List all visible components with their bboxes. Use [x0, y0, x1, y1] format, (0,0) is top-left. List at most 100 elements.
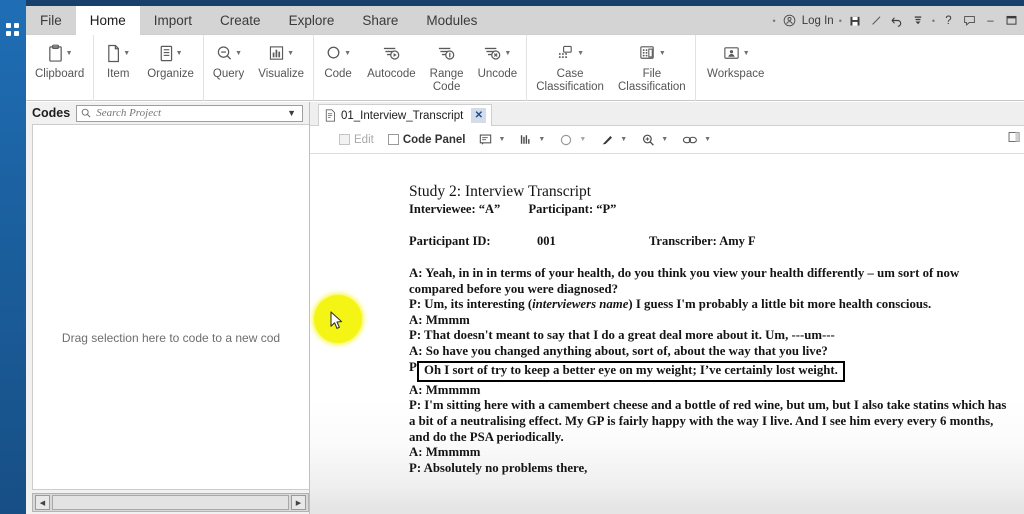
edit-label: Edit [354, 133, 374, 146]
tab-share[interactable]: Share [348, 6, 412, 35]
file-classification-button[interactable]: ▼ File Classification [611, 35, 693, 93]
maximize-icon[interactable] [1003, 12, 1020, 30]
edit-toggle[interactable]: Edit [332, 126, 381, 154]
code-label: Code [324, 68, 352, 80]
comment-icon[interactable] [961, 12, 978, 30]
code-panel-toggle[interactable]: Code Panel [381, 126, 473, 154]
organize-label: Organize [147, 68, 194, 80]
transcriber-label: Transcriber: Amy F [649, 234, 756, 248]
help-icon[interactable]: ? [940, 12, 957, 30]
clipboard-icon: ▼ [47, 41, 73, 65]
scroll-left-button[interactable]: ◀ [35, 495, 50, 510]
visualize-button[interactable]: ▼ Visualize [251, 35, 311, 81]
codes-horizontal-scrollbar[interactable]: ◀ ▶ [32, 493, 309, 512]
checkbox-icon[interactable] [387, 134, 399, 145]
chevron-down-icon[interactable]: ▼ [579, 136, 586, 143]
file-classification-label: File Classification [617, 68, 686, 93]
autocode-button[interactable]: Autocode [360, 35, 423, 81]
tab-home[interactable]: Home [75, 6, 140, 35]
document-subtitle: Interviewee: “A” Participant: “P” [409, 201, 1014, 218]
zoom-tool[interactable]: ▼ [634, 126, 675, 154]
search-input[interactable] [96, 107, 283, 119]
magnifier-icon: ▼ [215, 41, 242, 65]
scroll-thumb[interactable] [52, 495, 289, 510]
uncode-button[interactable]: ▼ Uncode [471, 35, 525, 81]
chevron-down-icon[interactable]: ▼ [704, 136, 711, 143]
separator-dot-3: • [931, 15, 935, 26]
query-label: Query [212, 68, 245, 80]
item-button[interactable]: ▼ Item [96, 35, 140, 81]
chevron-down-icon[interactable]: ▼ [66, 50, 73, 57]
transcript-line: P: I'm sitting here with a camembert che… [409, 398, 1007, 444]
transcript-line: A: Yeah, in in in terms of your health, … [409, 266, 960, 296]
scroll-right-button[interactable]: ▶ [291, 495, 306, 510]
chevron-down-icon[interactable]: ▼ [577, 50, 584, 57]
document-title: Study 2: Interview Transcript [409, 183, 592, 200]
bar-chart-icon: ▼ [268, 41, 294, 65]
annotation-tool[interactable]: ▼ [472, 126, 512, 154]
save-icon[interactable] [847, 12, 864, 30]
document-toolbar: Edit Code Panel ▼ ▼ ▼ ▼ ▼ ▼ [310, 126, 1024, 154]
checkbox-icon[interactable] [339, 134, 350, 145]
code-button[interactable]: ▼ Code [316, 35, 360, 81]
document-canvas[interactable]: Study 2: Interview Transcript Interviewe… [310, 155, 1024, 514]
query-button[interactable]: ▼ Query [206, 35, 251, 81]
clipboard-group: ▼ Clipboard [26, 35, 95, 101]
document-tab-01-interview-transcript[interactable]: 01_Interview_Transcript ✕ [318, 104, 493, 126]
ribbon-tabs: File Home Import Create Explore Share Mo… [26, 6, 491, 35]
coding-group: ▼ Code Autocode Range Code ▼ Uncode [314, 35, 528, 101]
chevron-down-icon[interactable]: ▼ [123, 50, 130, 57]
codes-list-area[interactable]: Drag selection here to code to a new cod [32, 124, 309, 490]
workspace-group: ▼ Workspace [696, 35, 776, 101]
chevron-down-icon[interactable]: ▼ [287, 108, 298, 118]
chevron-down-icon[interactable]: ▼ [620, 136, 627, 143]
navigation-rail[interactable] [0, 0, 26, 514]
tab-file[interactable]: File [26, 6, 76, 35]
classification-group: ▼ Case Classification ▼ File Classificat… [527, 35, 696, 101]
chevron-down-icon[interactable]: ▼ [504, 50, 511, 57]
search-project-box[interactable]: ▼ [76, 104, 303, 122]
link-tool[interactable]: ▼ [675, 126, 718, 154]
chevron-down-icon[interactable]: ▼ [235, 50, 242, 57]
login-button[interactable]: Log In [781, 12, 834, 30]
four-squares-icon[interactable] [5, 22, 21, 38]
tab-explore[interactable]: Explore [275, 6, 349, 35]
pencil-icon[interactable] [868, 12, 885, 30]
close-icon[interactable]: ✕ [471, 108, 487, 123]
code-circle-tool[interactable]: ▼ [552, 126, 593, 154]
highlighter-icon [600, 133, 614, 147]
chevron-down-icon[interactable]: ▼ [344, 50, 351, 57]
range-code-button[interactable]: Range Code [423, 35, 471, 93]
coding-stripes-tool[interactable]: ▼ [512, 126, 552, 154]
circle-code-icon: ▼ [325, 41, 351, 65]
chevron-down-icon[interactable]: ▼ [659, 50, 666, 57]
separator-dot: • [772, 15, 776, 26]
tab-import[interactable]: Import [140, 6, 206, 35]
minimize-icon[interactable]: – [982, 12, 999, 30]
chevron-down-icon[interactable]: ▼ [287, 50, 294, 57]
transcript-text[interactable]: A: Yeah, in in in terms of your health, … [409, 266, 1014, 476]
open-pane-icon[interactable] [1008, 131, 1020, 143]
workspace-button[interactable]: ▼ Workspace [698, 35, 774, 81]
chevron-down-icon[interactable]: ▼ [498, 136, 505, 143]
redo-dropdown-icon[interactable] [910, 12, 927, 30]
undo-icon[interactable] [889, 12, 906, 30]
chevron-down-icon[interactable]: ▼ [538, 136, 545, 143]
item-label: Item [107, 68, 130, 80]
codes-panel: Codes ▼ Drag selection here to code to a… [26, 102, 310, 514]
transcript-line: A: Mmmmm [409, 382, 481, 397]
chevron-down-icon[interactable]: ▼ [176, 50, 183, 57]
highlighter-tool[interactable]: ▼ [593, 126, 634, 154]
organize-button[interactable]: ▼ Organize [140, 35, 201, 81]
ribbon-commands: ▼ Clipboard ▼ Item ▼ Organize ▼ Query ▼ … [26, 35, 1024, 101]
case-classification-button[interactable]: ▼ Case Classification [529, 35, 611, 93]
coded-selection-box[interactable]: Oh I sort of try to keep a better eye on… [417, 361, 845, 382]
explore-group: ▼ Query ▼ Visualize [204, 35, 315, 101]
case-classification-label: Case Classification [536, 68, 604, 93]
chevron-down-icon[interactable]: ▼ [743, 50, 750, 57]
annotation-icon [479, 133, 492, 146]
tab-create[interactable]: Create [206, 6, 275, 35]
tab-modules[interactable]: Modules [412, 6, 491, 35]
clipboard-button[interactable]: ▼ Clipboard [28, 35, 91, 81]
chevron-down-icon[interactable]: ▼ [661, 136, 668, 143]
